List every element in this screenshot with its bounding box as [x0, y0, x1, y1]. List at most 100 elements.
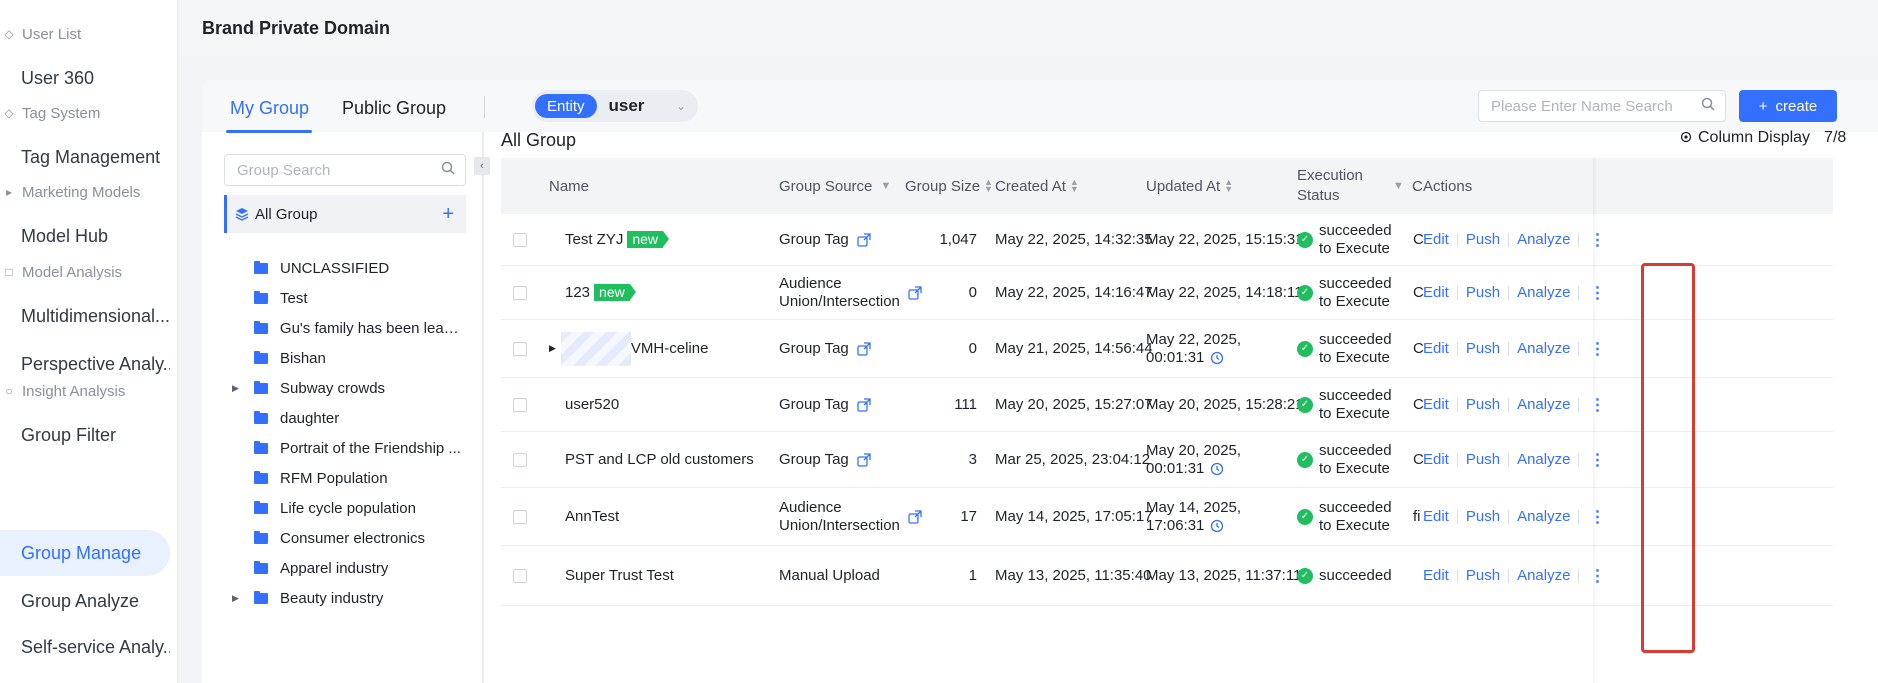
caret-right-icon[interactable]: ▶: [549, 343, 556, 354]
col-created-at[interactable]: Created At ▲ ▼: [995, 158, 1079, 214]
tab-my-group[interactable]: My Group: [230, 98, 309, 119]
tree-item[interactable]: Portrait of the Friendship ...: [224, 433, 466, 463]
analyze-link[interactable]: Analyze: [1517, 567, 1570, 584]
sort-icon[interactable]: ▲ ▼: [1224, 178, 1233, 194]
name-search-input[interactable]: [1479, 97, 1689, 115]
tree-item[interactable]: ▶ Subway crowds: [224, 373, 466, 403]
folder-icon: [254, 410, 268, 424]
edit-link[interactable]: Edit: [1423, 396, 1449, 413]
create-button[interactable]: + create: [1739, 90, 1837, 122]
col-group-size[interactable]: Group Size ▲ ▼: [905, 158, 993, 214]
analyze-link[interactable]: Analyze: [1517, 231, 1570, 248]
edit-link[interactable]: Edit: [1423, 451, 1449, 468]
share-icon[interactable]: [857, 341, 871, 356]
nav-item-group-manage[interactable]: Group Manage: [0, 530, 170, 576]
tree-item[interactable]: daughter: [224, 403, 466, 433]
more-vertical-icon[interactable]: ⋮: [1589, 566, 1605, 586]
tree-item[interactable]: RFM Population: [224, 463, 466, 493]
push-link[interactable]: Push: [1466, 340, 1500, 357]
group-name[interactable]: PST and LCP old customers: [565, 451, 754, 468]
tree-item[interactable]: Gu's family has been leadi...: [224, 313, 466, 343]
filter-icon[interactable]: ▼: [880, 180, 891, 192]
share-icon[interactable]: [857, 452, 871, 467]
nav-item-self-service-analysis[interactable]: Self-service Analy...: [0, 624, 170, 670]
updated-at-text: May 14, 2025, 17:06:31: [1146, 499, 1241, 535]
nav-item-group-filter[interactable]: Group Filter: [0, 412, 170, 458]
edit-link[interactable]: Edit: [1423, 567, 1449, 584]
add-group-plus-icon[interactable]: +: [442, 203, 454, 226]
group-source-text: Manual Upload: [779, 567, 880, 585]
caret-right-icon[interactable]: ▶: [232, 593, 242, 604]
updated-at-cell: May 14, 2025, 17:06:31: [1146, 488, 1241, 545]
group-name[interactable]: AnnTest: [565, 508, 619, 525]
push-link[interactable]: Push: [1466, 567, 1500, 584]
group-name[interactable]: Super Trust Test: [565, 567, 674, 584]
chevron-left-icon[interactable]: ‹: [474, 157, 490, 175]
col-group-source[interactable]: Group Source ▼: [779, 158, 891, 214]
tree-item[interactable]: ▶ Beauty industry: [224, 583, 466, 613]
push-link[interactable]: Push: [1466, 284, 1500, 301]
tree-item[interactable]: Consumer electronics: [224, 523, 466, 553]
push-link[interactable]: Push: [1466, 231, 1500, 248]
row-checkbox[interactable]: [513, 509, 527, 524]
analyze-link[interactable]: Analyze: [1517, 396, 1570, 413]
group-source-text: Audience Union/Intersection: [779, 499, 900, 535]
tree-item[interactable]: Apparel industry: [224, 553, 466, 583]
sort-icon[interactable]: ▲ ▼: [984, 178, 993, 194]
action-divider: [1508, 568, 1510, 583]
entity-selector[interactable]: Entity user ⌄: [532, 90, 698, 122]
execution-status-cell: ✓ succeeded to Execute: [1297, 432, 1392, 487]
analyze-link[interactable]: Analyze: [1517, 508, 1570, 525]
nav-item-group-analyze[interactable]: Group Analyze: [0, 578, 170, 624]
tree-item[interactable]: Test: [224, 283, 466, 313]
group-name[interactable]: Test ZYJ: [565, 231, 623, 248]
group-size-cell: 17: [905, 488, 977, 545]
nav-item-multidimensional[interactable]: Multidimensional...: [0, 293, 170, 339]
group-size-value: 3: [968, 451, 977, 468]
analyze-link[interactable]: Analyze: [1517, 451, 1570, 468]
push-link[interactable]: Push: [1466, 508, 1500, 525]
group-name[interactable]: VMH-celine: [631, 340, 709, 357]
tree-item[interactable]: UNCLASSIFIED: [224, 253, 466, 283]
row-checkbox[interactable]: [513, 397, 527, 412]
row-checkbox[interactable]: [513, 452, 527, 467]
tree-item[interactable]: Bishan: [224, 343, 466, 373]
group-search-input[interactable]: [225, 161, 425, 179]
more-vertical-icon[interactable]: ⋮: [1589, 283, 1605, 303]
more-vertical-icon[interactable]: ⋮: [1589, 450, 1605, 470]
search-icon[interactable]: [1701, 97, 1715, 116]
push-link[interactable]: Push: [1466, 396, 1500, 413]
sort-icon[interactable]: ▲ ▼: [1070, 178, 1079, 194]
row-checkbox[interactable]: [513, 568, 527, 583]
analyze-link[interactable]: Analyze: [1517, 284, 1570, 301]
col-updated-at[interactable]: Updated At ▲ ▼: [1146, 158, 1233, 214]
column-display-button[interactable]: Column Display 7/8: [1680, 129, 1846, 147]
group-name[interactable]: user520: [565, 396, 619, 413]
row-checkbox[interactable]: [513, 232, 527, 247]
more-vertical-icon[interactable]: ⋮: [1589, 230, 1605, 250]
nav-item-model-hub[interactable]: Model Hub: [0, 213, 170, 259]
caret-right-icon[interactable]: ▶: [232, 383, 242, 394]
nav-item-tag-management[interactable]: Tag Management: [0, 134, 170, 180]
search-icon[interactable]: [441, 161, 455, 180]
push-link[interactable]: Push: [1466, 451, 1500, 468]
edit-link[interactable]: Edit: [1423, 284, 1449, 301]
filter-icon[interactable]: ▼: [1385, 158, 1404, 214]
more-vertical-icon[interactable]: ⋮: [1589, 395, 1605, 415]
edit-link[interactable]: Edit: [1423, 340, 1449, 357]
row-checkbox[interactable]: [513, 285, 527, 300]
nav-item-user-360[interactable]: User 360: [0, 55, 170, 101]
tree-item[interactable]: Life cycle population: [224, 493, 466, 523]
more-vertical-icon[interactable]: ⋮: [1589, 507, 1605, 527]
more-vertical-icon[interactable]: ⋮: [1589, 339, 1605, 359]
tab-public-group[interactable]: Public Group: [342, 98, 446, 119]
share-icon[interactable]: [857, 397, 871, 412]
analyze-link[interactable]: Analyze: [1517, 340, 1570, 357]
edit-link[interactable]: Edit: [1423, 231, 1449, 248]
share-icon[interactable]: [857, 232, 871, 247]
row-checkbox[interactable]: [513, 341, 527, 356]
edit-link[interactable]: Edit: [1423, 508, 1449, 525]
name-cell: Test ZYJ new: [565, 214, 669, 265]
group-name[interactable]: 123: [565, 284, 590, 301]
tree-all-group[interactable]: All Group +: [224, 195, 466, 233]
